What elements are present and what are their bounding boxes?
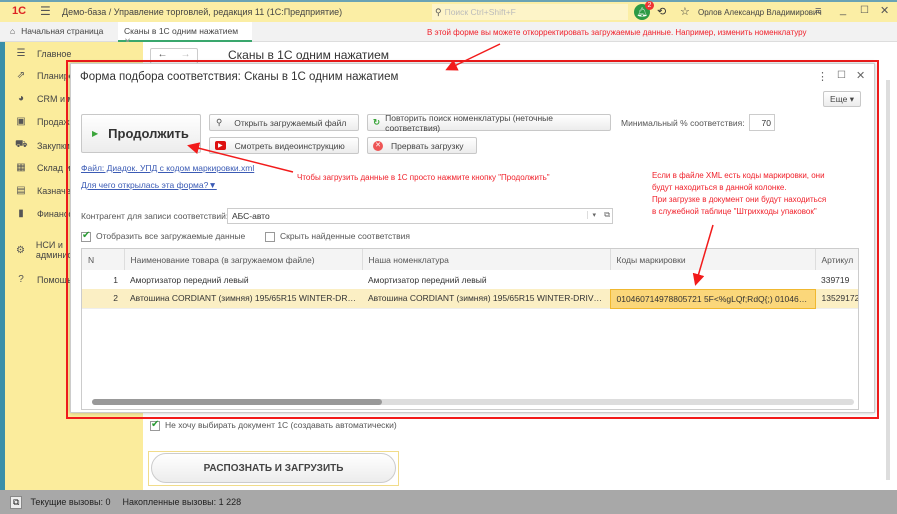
arrow-to-continue	[187, 142, 294, 173]
current-calls: Текущие вызовы: 0	[30, 497, 111, 507]
annotation-arrows	[187, 43, 714, 286]
accumulated-calls: Накопленные вызовы: 1 228	[122, 497, 242, 507]
status-bar: ⧉ Текущие вызовы: 0 Накопленные вызовы: …	[0, 490, 897, 514]
arrow-to-codes	[692, 224, 714, 286]
arrow-to-dialog	[445, 43, 501, 71]
monitor-icon[interactable]: ⧉	[10, 495, 23, 509]
